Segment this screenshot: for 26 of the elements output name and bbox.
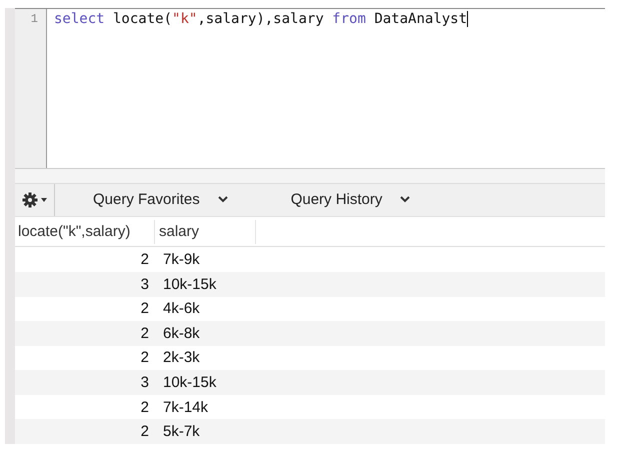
chevron-icon xyxy=(400,196,410,204)
column-header[interactable]: locate("k",salary) xyxy=(15,220,155,244)
gear-icon xyxy=(22,192,38,208)
table-cell: 2k-3k xyxy=(163,349,200,366)
table-cell: 10k-15k xyxy=(163,374,216,392)
table-cell: 2 xyxy=(140,300,149,318)
line-number: 1 xyxy=(30,12,38,26)
caret-icon xyxy=(41,198,47,202)
table-cell: 7k-14k xyxy=(163,398,208,416)
table-cell: 3 xyxy=(140,276,149,293)
code-line[interactable]: select locate("k",salary),salary from DataAnalyst xyxy=(54,11,468,27)
table-cell: 2 xyxy=(140,251,149,268)
table-cell: 2 xyxy=(140,423,149,440)
table-cell: 7k-9k xyxy=(163,251,200,268)
query-favorites-menu[interactable]: Query Favorites xyxy=(93,191,228,208)
column-header[interactable]: salary xyxy=(155,220,256,244)
chevron-icon xyxy=(218,196,228,204)
query-history-menu[interactable]: Query History xyxy=(290,191,410,208)
table-cell: 5k-7k xyxy=(163,423,200,440)
table-cell: 6k-8k xyxy=(163,324,200,342)
table-cell: 3 xyxy=(140,374,149,392)
table-cell: 2 xyxy=(140,398,149,416)
table-cell: 4k-6k xyxy=(163,300,200,318)
table-cell: 10k-15k xyxy=(163,276,216,293)
table-cell: 2 xyxy=(140,324,149,342)
table-cell: 2 xyxy=(140,349,149,366)
